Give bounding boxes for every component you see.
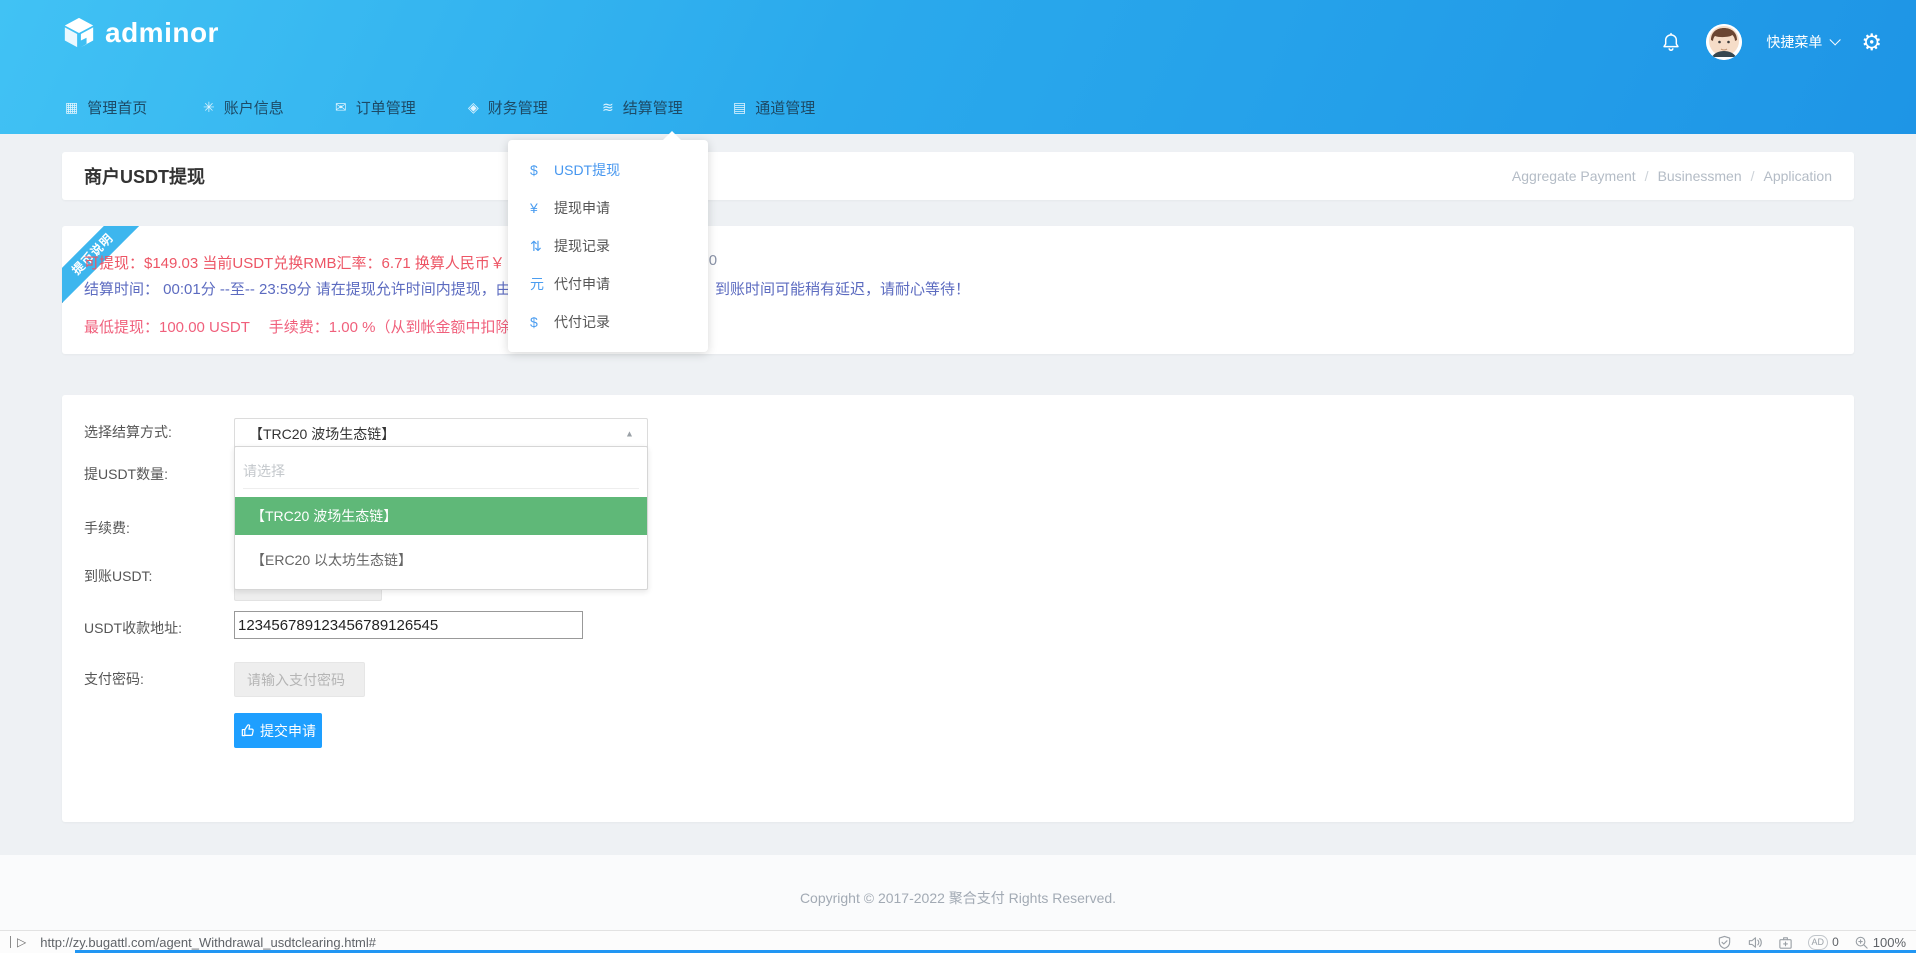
play-icon: ▷ (17, 936, 26, 948)
zoom-level: 100% (1873, 935, 1906, 950)
breadcrumb-item[interactable]: Aggregate Payment (1512, 168, 1636, 184)
address-label: USDT收款地址: (84, 618, 182, 638)
breadcrumb-item[interactable]: Businessmen (1658, 168, 1742, 184)
statusbar-url: http://zy.bugattl.com/agent_Withdrawal_u… (40, 935, 376, 950)
user-avatar[interactable] (1706, 24, 1742, 60)
logo-cube-icon (62, 16, 96, 50)
select-arrow-up-icon: ▲ (625, 429, 634, 439)
submenu-item-withdraw-records[interactable]: ⇅ 提现记录 (508, 227, 708, 265)
nav-item-channel[interactable]: ▤ 通道管理 (733, 96, 815, 118)
amount-label: 提USDT数量: (84, 464, 168, 484)
ad-blocker-icon[interactable]: AD (1808, 935, 1829, 950)
settlement-submenu: $ USDT提现 ¥ 提现申请 ⇅ 提现记录 元 代付申请 $ 代付记录 (508, 140, 708, 352)
pay-password-input[interactable] (234, 662, 365, 697)
add-case-icon[interactable] (1778, 935, 1793, 950)
app-root: adminor (0, 0, 1916, 953)
mail-icon: ✉ (335, 100, 347, 114)
dropdown-option-erc20[interactable]: 【ERC20 以太坊生态链】 (235, 541, 647, 579)
chevron-down-icon (1830, 34, 1841, 45)
nav-item-home[interactable]: ▦ 管理首页 (65, 96, 147, 118)
submenu-item-usdt-withdraw[interactable]: $ USDT提现 (508, 151, 708, 189)
notice-line3: 最低提现：100.00 USDT 手续费：1.00 %（从到帐金额中扣除 (84, 316, 510, 337)
breadcrumb-current: Application (1764, 168, 1833, 184)
shield-check-icon[interactable] (1717, 935, 1732, 950)
submit-application-button[interactable]: 提交申请 (234, 713, 322, 748)
statusbar-tools: AD 0 100% (1717, 935, 1906, 950)
zoom-magnifier-icon[interactable] (1854, 935, 1869, 950)
yen-icon: ¥ (530, 200, 554, 216)
transfer-icon: ⇅ (530, 238, 554, 255)
dropdown-option-trc20[interactable]: 【TRC20 波场生态链】 (235, 497, 647, 535)
dollar-icon: $ (530, 162, 554, 178)
quick-menu-button[interactable]: 快捷菜单 (1766, 32, 1837, 52)
breadcrumb: Aggregate Payment / Businessmen / Applic… (1512, 168, 1832, 184)
notice-line1: 可提现：$149.03 当前USDT兑换RMB汇率：6.71 换算人民币￥ (84, 252, 505, 273)
nav-item-account[interactable]: ✳ 账户信息 (203, 96, 284, 118)
file-icon: ▤ (733, 100, 746, 114)
submenu-item-payout-records[interactable]: $ 代付记录 (508, 303, 708, 341)
cube-icon: ◈ (468, 100, 479, 114)
receive-label: 到账USDT: (84, 566, 152, 586)
title-bar: 商户USDT提现 Aggregate Payment / Businessmen… (62, 152, 1854, 200)
nav-item-finance[interactable]: ◈ 财务管理 (468, 96, 548, 118)
header: adminor (0, 0, 1916, 134)
notice-line2: 结算时间： 00:01分 --至-- 23:59分 请在提现允许时间内提现，由于 (84, 278, 526, 299)
nav-item-settlement[interactable]: ≋ 结算管理 (602, 96, 683, 118)
cny-icon: 元 (530, 274, 554, 294)
speaker-icon[interactable] (1747, 935, 1763, 950)
logo[interactable]: adminor (62, 16, 219, 50)
statusbar-run-button[interactable]: ▷ (10, 936, 26, 948)
notification-bell-icon[interactable] (1660, 31, 1682, 53)
password-label: 支付密码: (84, 669, 144, 689)
copyright-text: Copyright © 2017-2022 聚合支付 Rights Reserv… (0, 888, 1916, 908)
settings-gear-icon[interactable]: ⚙ (1861, 31, 1882, 54)
account-icon: ✳ (203, 100, 215, 114)
settle-method-dropdown: 【TRC20 波场生态链】 【ERC20 以太坊生态链】 (234, 446, 648, 590)
submenu-item-withdraw-apply[interactable]: ¥ 提现申请 (508, 189, 708, 227)
nav-item-orders[interactable]: ✉ 订单管理 (335, 96, 416, 118)
page-title: 商户USDT提现 (84, 163, 205, 189)
dropdown-search-input[interactable] (243, 453, 639, 489)
settle-method-select[interactable]: 【TRC20 波场生态链】 ▲ (234, 418, 648, 449)
submenu-item-payout-apply[interactable]: 元 代付申请 (508, 265, 708, 303)
dollar-icon: $ (530, 314, 554, 330)
thumbs-up-icon (240, 723, 255, 738)
logo-text: adminor (105, 17, 219, 49)
notice-line2-tail: ，到账时间可能稍有延迟，请耐心等待！ (700, 278, 970, 299)
usdt-address-input[interactable] (234, 611, 583, 639)
quick-menu-label: 快捷菜单 (1766, 32, 1822, 52)
header-right: 快捷菜单 ⚙ (1660, 22, 1882, 62)
ad-count: 0 (1832, 935, 1839, 949)
divider (10, 936, 11, 948)
settle-method-label: 选择结算方式: (84, 422, 172, 442)
fee-label: 手续费: (84, 518, 130, 538)
layers-icon: ≋ (602, 100, 614, 114)
grid-icon: ▦ (65, 100, 78, 114)
